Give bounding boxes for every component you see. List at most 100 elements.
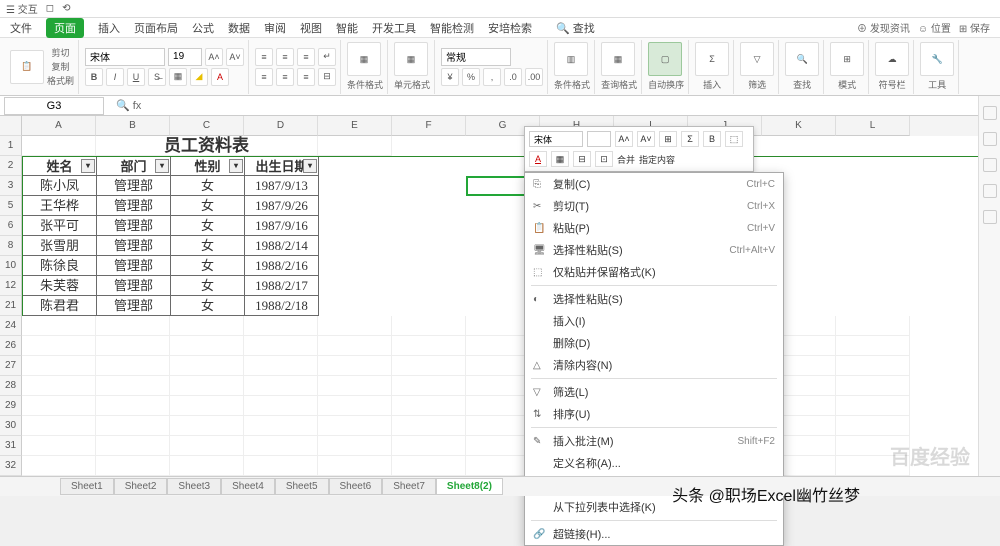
- cell[interactable]: [244, 416, 318, 436]
- mini-merge-icon[interactable]: ⊟: [573, 151, 591, 167]
- tab-insert[interactable]: 插入: [98, 20, 120, 36]
- col-header[interactable]: L: [836, 116, 910, 136]
- qa-item[interactable]: ◻: [46, 3, 54, 14]
- cell[interactable]: [244, 396, 318, 416]
- side-icon[interactable]: [983, 106, 997, 120]
- filter-icon[interactable]: ▾: [81, 159, 95, 173]
- mini-font-select[interactable]: [529, 131, 583, 147]
- mini-dec-font-icon[interactable]: A˅: [637, 131, 655, 147]
- context-menu-item[interactable]: 📋粘贴(P)Ctrl+V: [525, 217, 783, 239]
- italic-button[interactable]: I: [106, 68, 124, 86]
- context-menu-item[interactable]: ⇅排序(U): [525, 403, 783, 425]
- cell[interactable]: [318, 436, 392, 456]
- filter-icon[interactable]: ▾: [229, 159, 243, 173]
- cell[interactable]: [170, 356, 244, 376]
- cell[interactable]: [170, 336, 244, 356]
- col-header[interactable]: A: [22, 116, 96, 136]
- sheet-tab[interactable]: Sheet5: [275, 478, 329, 495]
- search-label[interactable]: 🔍 查找: [556, 20, 595, 36]
- tab-dev[interactable]: 开发工具: [372, 20, 416, 36]
- currency-icon[interactable]: ¥: [441, 68, 459, 86]
- underline-button[interactable]: U: [127, 68, 145, 86]
- tab-layout[interactable]: 页面布局: [134, 20, 178, 36]
- menu-right-2[interactable]: ☺ 位置: [918, 20, 951, 35]
- border-button[interactable]: ▦: [169, 68, 187, 86]
- filter-icon[interactable]: ▾: [155, 159, 169, 173]
- context-menu-item[interactable]: ◐选择性粘贴(S): [525, 288, 783, 310]
- corner-cell[interactable]: [0, 116, 22, 136]
- align-left-icon[interactable]: ≡: [255, 68, 273, 86]
- table-cell[interactable]: 女: [171, 276, 245, 296]
- align-right-icon[interactable]: ≡: [297, 68, 315, 86]
- table-cell[interactable]: 朱芙蓉: [23, 276, 97, 296]
- cell[interactable]: [96, 376, 170, 396]
- context-menu-item[interactable]: 删除(D): [525, 332, 783, 354]
- context-menu-item[interactable]: ⎘复制(C)Ctrl+C: [525, 173, 783, 195]
- table-cell[interactable]: 1987/9/16: [245, 216, 319, 236]
- align-top-icon[interactable]: ≡: [255, 48, 273, 66]
- table-cell[interactable]: 管理部: [97, 276, 171, 296]
- cell[interactable]: [170, 316, 244, 336]
- strike-button[interactable]: S̶: [148, 68, 166, 86]
- cell[interactable]: [392, 456, 466, 476]
- col-header[interactable]: C: [170, 116, 244, 136]
- cell[interactable]: [22, 316, 96, 336]
- percent-icon[interactable]: %: [462, 68, 480, 86]
- tab-file[interactable]: 文件: [10, 20, 32, 36]
- cond-fmt-button[interactable]: ▦: [347, 42, 381, 76]
- align-center-icon[interactable]: ≡: [276, 68, 294, 86]
- row-header[interactable]: 28: [0, 376, 22, 396]
- cell[interactable]: [392, 336, 466, 356]
- dec-inc-icon[interactable]: .0: [504, 68, 522, 86]
- qa-item[interactable]: ⟲: [62, 3, 70, 14]
- wrap-icon[interactable]: ↵: [318, 48, 336, 66]
- cell[interactable]: [318, 376, 392, 396]
- sheet-tab[interactable]: Sheet7: [382, 478, 436, 495]
- context-menu-item[interactable]: ⬚仅粘贴并保留格式(K): [525, 261, 783, 283]
- row-header[interactable]: 1: [0, 136, 22, 156]
- cell[interactable]: [318, 456, 392, 476]
- cell[interactable]: [392, 436, 466, 456]
- table-cell[interactable]: 管理部: [97, 296, 171, 316]
- table-cell[interactable]: 女: [171, 216, 245, 236]
- cell[interactable]: [170, 376, 244, 396]
- font-size-select[interactable]: [168, 48, 202, 66]
- cell[interactable]: [170, 456, 244, 476]
- decrease-font-icon[interactable]: A˅: [226, 48, 244, 66]
- row-header[interactable]: 5: [0, 196, 22, 216]
- grid-body[interactable]: 员工资料表 姓名▾ 部门▾ 性别▾ 出生日期▾ 陈小凤管理部女1987/9/13…: [22, 136, 1000, 496]
- cell[interactable]: [96, 456, 170, 476]
- row-header[interactable]: 6: [0, 216, 22, 236]
- table-header[interactable]: 性别▾: [171, 157, 245, 176]
- cell[interactable]: [244, 456, 318, 476]
- row-header[interactable]: 26: [0, 336, 22, 356]
- qa-item[interactable]: ☰ 交互: [6, 1, 38, 16]
- cell-fmt-button[interactable]: ▦: [394, 42, 428, 76]
- cell[interactable]: [836, 416, 910, 436]
- context-menu-item[interactable]: ▽筛选(L): [525, 381, 783, 403]
- table-header[interactable]: 部门▾: [97, 157, 171, 176]
- table-cell[interactable]: 管理部: [97, 236, 171, 256]
- cell[interactable]: [170, 436, 244, 456]
- mini-border-icon[interactable]: ▦: [551, 151, 569, 167]
- tools-button[interactable]: 🔧: [920, 42, 954, 76]
- table-cell[interactable]: 陈徐良: [23, 256, 97, 276]
- comma-icon[interactable]: ,: [483, 68, 501, 86]
- cell[interactable]: [96, 416, 170, 436]
- align-bot-icon[interactable]: ≡: [297, 48, 315, 66]
- row-header[interactable]: 31: [0, 436, 22, 456]
- menu-right-1[interactable]: ⊕ 发现资讯: [857, 20, 910, 35]
- table-cell[interactable]: 1987/9/26: [245, 196, 319, 216]
- row-header[interactable]: 12: [0, 276, 22, 296]
- cell[interactable]: [96, 396, 170, 416]
- table-title[interactable]: 员工资料表: [96, 136, 318, 156]
- find-button[interactable]: 🔍: [785, 42, 819, 76]
- increase-font-icon[interactable]: A˄: [205, 48, 223, 66]
- cell-button[interactable]: ▢: [648, 42, 682, 76]
- side-icon[interactable]: [983, 132, 997, 146]
- fx-icon[interactable]: 🔍 fx: [108, 99, 149, 112]
- table-cell[interactable]: 女: [171, 176, 245, 196]
- context-menu-item[interactable]: ✎插入批注(M)Shift+F2: [525, 430, 783, 452]
- context-menu-item[interactable]: 定义名称(A)...: [525, 452, 783, 474]
- col-header[interactable]: F: [392, 116, 466, 136]
